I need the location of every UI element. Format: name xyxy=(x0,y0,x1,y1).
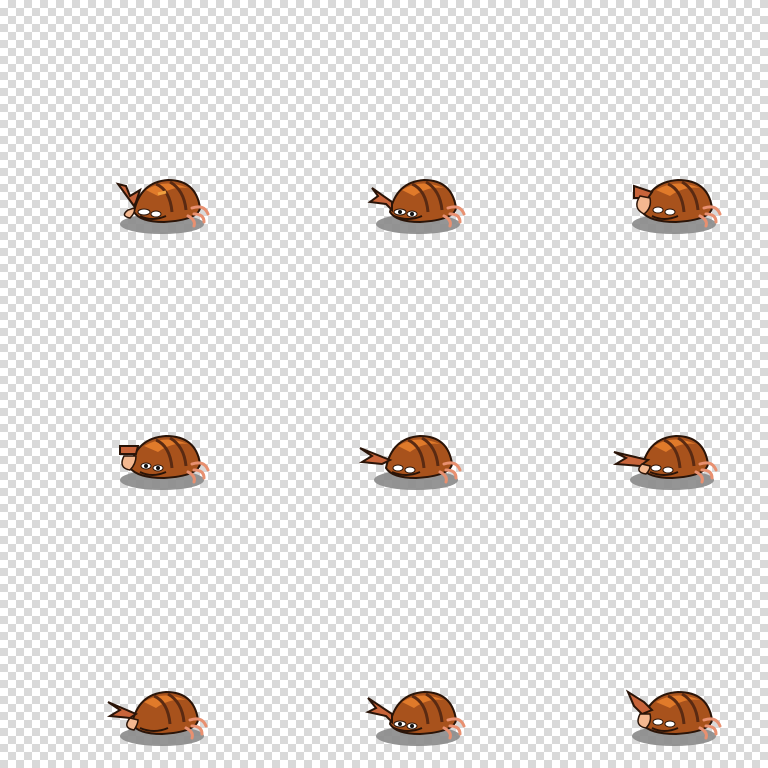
crab-icon xyxy=(625,689,722,746)
crab-icon xyxy=(612,434,718,490)
sprite-sheet-canvas xyxy=(0,0,768,768)
crab-icon xyxy=(632,178,722,234)
crab-sprite-frame-4 xyxy=(100,424,220,504)
crab-sprite-frame-5 xyxy=(350,424,470,504)
crab-icon xyxy=(367,178,466,234)
crab-sprite-frame-6 xyxy=(606,424,726,504)
crab-sprite-frame-1 xyxy=(100,168,220,248)
crab-sprite-frame-9 xyxy=(612,680,732,760)
crab-sprite-frame-8 xyxy=(356,680,476,760)
crab-icon xyxy=(106,690,208,746)
crab-icon xyxy=(115,178,210,234)
crab-icon xyxy=(119,434,210,490)
crab-icon xyxy=(358,434,462,490)
crab-sprite-frame-3 xyxy=(612,168,732,248)
crab-sprite-frame-2 xyxy=(356,168,476,248)
crab-icon xyxy=(365,690,466,746)
crab-sprite-frame-7 xyxy=(96,680,216,760)
